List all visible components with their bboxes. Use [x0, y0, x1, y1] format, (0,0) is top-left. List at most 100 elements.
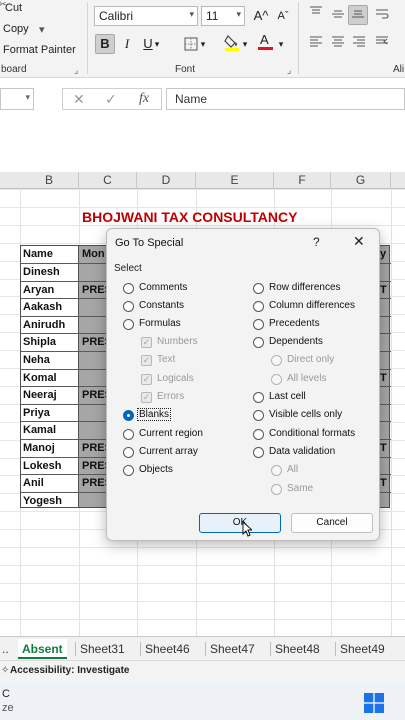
font-dialog-launcher-icon[interactable]: ⌟	[287, 65, 291, 76]
radio-icon[interactable]	[253, 447, 264, 458]
option-label: Errors	[157, 391, 185, 402]
tab-scroll-overflow[interactable]: ..	[2, 639, 9, 659]
font-name-combo[interactable]: Calibri ▾	[94, 6, 198, 26]
name-cell[interactable]: Shipla	[23, 336, 56, 348]
column-header-c[interactable]: C	[79, 172, 137, 189]
grow-font-button[interactable]: A^	[251, 6, 271, 26]
right-edge-header-cell[interactable]: y	[380, 248, 386, 260]
italic-button[interactable]: I	[117, 34, 137, 54]
name-cell[interactable]: Neha	[23, 354, 50, 366]
column-header-d[interactable]: D	[137, 172, 196, 189]
radio-icon[interactable]	[253, 429, 264, 440]
radio-icon[interactable]	[271, 484, 282, 495]
radio-icon[interactable]	[123, 465, 134, 476]
tab-absent[interactable]: Absent	[18, 639, 67, 659]
radio-selected-icon[interactable]	[123, 410, 134, 421]
cut-button[interactable]: Cut	[5, 2, 22, 14]
font-size-combo[interactable]: 11 ▾	[201, 6, 245, 26]
right-edge-cell[interactable]: T	[380, 442, 387, 454]
cancel-formula-icon[interactable]: ✕	[73, 91, 85, 108]
name-box[interactable]: ▾	[0, 88, 34, 110]
copy-button[interactable]: Copy	[3, 23, 29, 35]
radio-icon[interactable]	[253, 410, 264, 421]
column-header-e[interactable]: E	[196, 172, 274, 189]
align-right-icon[interactable]	[349, 33, 369, 53]
accessibility-status[interactable]: Accessibility: Investigate	[10, 665, 130, 676]
fill-color-dropdown-chevron-icon[interactable]: ▾	[240, 34, 250, 54]
radio-icon[interactable]	[253, 283, 264, 294]
cancel-button[interactable]: Cancel	[291, 513, 373, 533]
radio-icon[interactable]	[253, 319, 264, 330]
tab-sheet48[interactable]: Sheet48	[275, 639, 320, 659]
name-cell[interactable]: Dinesh	[23, 266, 60, 278]
radio-icon[interactable]	[271, 355, 282, 366]
column-header-f[interactable]: F	[274, 172, 331, 189]
formula-input[interactable]: Name	[166, 88, 405, 110]
font-color-dropdown-chevron-icon[interactable]: ▾	[276, 34, 286, 54]
align-middle-icon[interactable]	[328, 6, 348, 26]
align-bottom-icon[interactable]	[348, 5, 368, 25]
name-cell[interactable]: Lokesh	[23, 460, 62, 472]
right-edge-cell[interactable]: T	[380, 372, 387, 384]
radio-icon[interactable]	[271, 465, 282, 476]
enter-formula-icon[interactable]: ✓	[105, 91, 117, 108]
name-cell[interactable]: Aryan	[23, 284, 54, 296]
name-header-cell[interactable]: Name	[23, 248, 53, 260]
clipboard-dialog-launcher-icon[interactable]: ⌟	[74, 65, 78, 76]
help-icon[interactable]: ?	[313, 235, 320, 249]
accessibility-icon[interactable]: ✧	[1, 665, 9, 676]
radio-icon[interactable]	[123, 283, 134, 294]
align-top-icon[interactable]	[306, 4, 326, 24]
right-edge-cell[interactable]: T	[380, 477, 387, 489]
close-icon[interactable]: ✕	[353, 233, 365, 250]
option-label: Column differences	[269, 300, 355, 311]
ok-button[interactable]: OK	[199, 513, 281, 533]
align-center-icon[interactable]	[328, 33, 348, 53]
radio-icon[interactable]	[123, 301, 134, 312]
checkbox-icon[interactable]: ✓	[141, 374, 152, 385]
name-cell[interactable]: Anirudh	[23, 319, 65, 331]
name-cell[interactable]: Yogesh	[23, 495, 62, 507]
name-cell[interactable]: Manoj	[23, 442, 55, 454]
tab-sheet31[interactable]: Sheet31	[80, 639, 125, 659]
formula-controls: ✕ ✓ fx	[62, 88, 162, 110]
checkbox-icon[interactable]: ✓	[141, 337, 152, 348]
font-color-icon[interactable]: A	[256, 32, 276, 52]
radio-icon[interactable]	[123, 447, 134, 458]
align-left-icon[interactable]	[306, 33, 326, 53]
name-cell[interactable]: Anil	[23, 477, 44, 489]
insert-function-icon[interactable]: fx	[139, 91, 149, 107]
checkbox-icon[interactable]: ✓	[141, 392, 152, 403]
name-cell[interactable]: Neeraj	[23, 389, 57, 401]
tab-separator	[75, 642, 76, 656]
wrap-text-icon[interactable]	[372, 6, 392, 26]
radio-icon[interactable]	[271, 374, 282, 385]
underline-dropdown-chevron-icon[interactable]: ▾	[152, 34, 162, 54]
column-header-g[interactable]: G	[331, 172, 391, 189]
borders-dropdown-chevron-icon[interactable]: ▾	[198, 34, 208, 54]
tab-sheet47[interactable]: Sheet47	[210, 639, 255, 659]
windows-start-icon[interactable]	[364, 693, 384, 713]
column-header-b[interactable]: B	[20, 172, 79, 189]
fill-color-icon[interactable]	[222, 33, 242, 53]
name-cell[interactable]: Komal	[23, 372, 57, 384]
copy-dropdown-chevron-icon[interactable]: ▾	[39, 23, 45, 36]
name-cell[interactable]: Kamal	[23, 424, 56, 436]
radio-icon[interactable]	[253, 337, 264, 348]
format-painter-button[interactable]: Format Painter	[3, 44, 76, 56]
shrink-font-button[interactable]: Aˇ	[273, 6, 293, 26]
radio-icon[interactable]	[123, 429, 134, 440]
radio-icon[interactable]	[253, 301, 264, 312]
right-edge-cell[interactable]: T	[380, 284, 387, 296]
radio-icon[interactable]	[253, 392, 264, 403]
radio-icon[interactable]	[123, 319, 134, 330]
option-label: Constants	[139, 300, 185, 311]
bold-button[interactable]: B	[95, 34, 115, 54]
tab-sheet46[interactable]: Sheet46	[145, 639, 190, 659]
checkbox-icon[interactable]: ✓	[141, 355, 152, 366]
mon-header-cell[interactable]: Mon	[82, 248, 105, 260]
indent-icon[interactable]	[372, 33, 392, 53]
tab-sheet49[interactable]: Sheet49	[340, 639, 385, 659]
name-cell[interactable]: Priya	[23, 407, 50, 419]
name-cell[interactable]: Aakash	[23, 301, 62, 313]
